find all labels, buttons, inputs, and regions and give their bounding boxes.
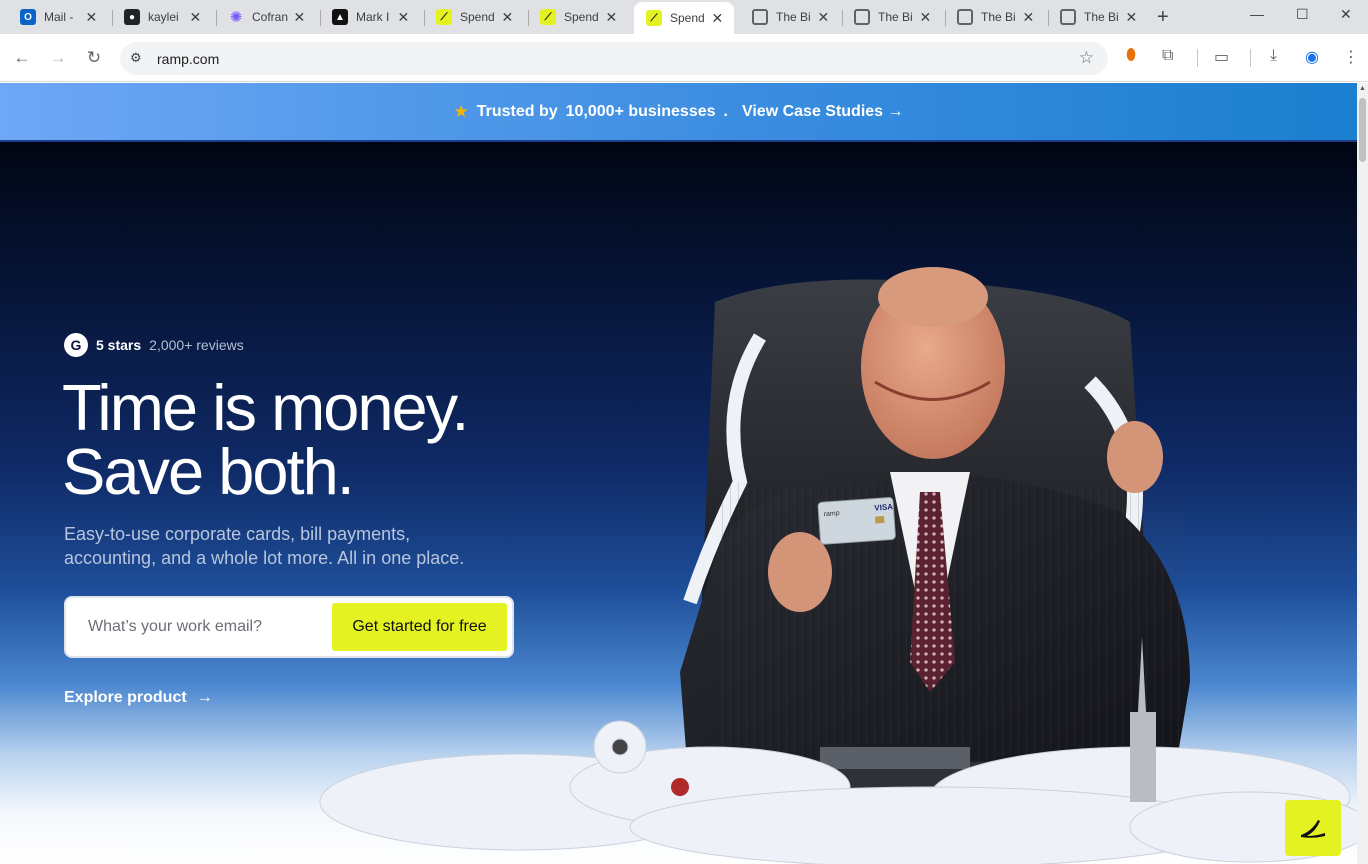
profile-icon[interactable]: ◉ [1305,47,1319,67]
close-window-icon[interactable]: ✕ [1340,6,1352,23]
close-icon[interactable]: ✕ [1020,9,1037,26]
tab-title: kaylei [148,10,179,24]
tab-title: Spend [564,10,599,24]
mark-icon: ▲ [332,9,348,25]
tab-title: Mark I [356,10,390,24]
back-icon[interactable]: ← [12,48,32,68]
tab-title: Cofran [252,10,289,24]
ramp-logo-icon [1301,820,1325,838]
signup-form: Get started for free [64,596,514,658]
extensions-puzzle-icon[interactable]: ⧉ [1162,47,1173,65]
trust-banner: ★ Trusted by 10,000+ businesses . View C… [0,83,1357,142]
close-icon[interactable]: ✕ [395,9,412,26]
star-icon: ★ [453,101,469,121]
browser-tab[interactable]: The Bi ✕ [842,3,942,31]
banner-separator: . [723,102,728,120]
toolbar-divider [1197,49,1198,67]
close-icon[interactable]: ✕ [815,9,832,26]
close-icon[interactable]: ✕ [709,10,726,27]
work-email-input[interactable] [88,614,318,640]
github-icon: ● [124,9,140,25]
chat-widget-button[interactable] [1285,800,1341,856]
bookmark-star-icon[interactable]: ☆ [1079,48,1094,68]
new-tab-button[interactable]: + [1157,6,1169,29]
g2-logo-icon: G [64,333,88,357]
site-settings-icon[interactable]: ⚙ [130,50,142,66]
explore-product-label: Explore product [64,689,187,706]
toolbar-divider [1250,49,1251,67]
browser-tab[interactable]: The Bi ✕ [740,3,840,31]
address-bar[interactable]: ⚙ ramp.com ☆ [120,42,1108,75]
trusted-count: 10,000+ businesses [565,102,716,120]
tab-title: Spend [460,10,495,24]
tab-title: The Bi [878,10,913,24]
close-icon[interactable]: ✕ [603,9,620,26]
ramp-icon: ⟋ [540,9,556,25]
browser-toolbar: ← → ↻ ⚙ ramp.com ☆ ⬮ ⧉ ▭ ⤓ ◉ ⋮ [0,34,1368,82]
close-icon[interactable]: ✕ [1123,9,1140,26]
globe-icon [1060,9,1076,25]
extension-icon[interactable]: ⬮ [1126,47,1136,65]
download-icon[interactable]: ⤓ [1270,47,1277,65]
scroll-up-icon[interactable]: ▲ [1359,85,1366,92]
hero-headline: Time is money. Save both. [62,375,469,504]
tab-title: The Bi [1084,10,1119,24]
menu-kebab-icon[interactable]: ⋮ [1343,47,1359,67]
tab-title: Mail - [44,10,74,24]
page-scrollbar[interactable]: ▲ [1357,83,1368,864]
card-brand-text: ramp [823,510,840,518]
minimize-icon[interactable]: — [1250,6,1264,22]
hero-section: ramp VISA G 5 stars 2,000+ reviews Time … [0,142,1357,864]
tab-title: Spend [670,11,705,25]
maximize-icon[interactable]: ☐ [1296,6,1309,23]
close-icon[interactable]: ✕ [499,9,516,26]
browser-tab[interactable]: ▲ Mark I ✕ [320,3,420,31]
ramp-icon: ⟋ [646,10,662,26]
outlook-icon: O [20,9,36,25]
globe-icon [752,9,768,25]
rating-stars: 5 stars [96,337,142,353]
rating-count: 2,000+ reviews [149,337,244,353]
globe-icon [957,9,973,25]
close-icon[interactable]: ✕ [291,9,308,26]
browser-tab-strip: O Mail - ✕ ● kaylei ✕ ✺ Cofran ✕ ▲ Mark … [0,0,1368,34]
url-text[interactable]: ramp.com [157,51,219,67]
browser-tab[interactable]: The Bi ✕ [1048,3,1148,31]
forward-icon[interactable]: → [48,48,68,68]
browser-tab[interactable]: O Mail - ✕ [8,3,108,31]
tab-title: The Bi [981,10,1016,24]
cofran-icon: ✺ [229,9,243,26]
scrollbar-thumb[interactable] [1359,98,1366,162]
browser-tab[interactable]: The Bi ✕ [945,3,1045,31]
close-icon[interactable]: ✕ [83,9,100,26]
browser-tab[interactable]: ⟋ Spend ✕ [528,3,628,31]
trusted-prefix: Trusted by [476,102,558,120]
ramp-icon: ⟋ [436,9,452,25]
cast-search-icon[interactable]: ▭ [1214,47,1229,67]
get-started-button[interactable]: Get started for free [332,603,507,651]
hero-subhead: Easy-to-use corporate cards, bill paymen… [64,524,465,568]
reload-icon[interactable]: ↻ [84,48,104,68]
webpage: ★ Trusted by 10,000+ businesses . View C… [0,83,1368,864]
tab-title: The Bi [776,10,811,24]
arrow-right-icon: → [196,689,213,706]
browser-tab[interactable]: ✺ Cofran ✕ [216,3,316,31]
close-icon[interactable]: ✕ [917,9,934,26]
close-icon[interactable]: ✕ [187,9,204,26]
card-network-text: VISA [874,502,893,512]
headline-line-2: Save both. [62,435,355,508]
globe-icon [854,9,870,25]
explore-product-link[interactable]: Explore product → [64,689,213,707]
rating-summary: G 5 stars 2,000+ reviews [64,333,244,357]
browser-tab-active[interactable]: ⟋ Spend ✕ [634,2,734,34]
browser-tab[interactable]: ⟋ Spend ✕ [424,3,524,31]
view-case-studies-link[interactable]: View Case Studies → [742,103,904,121]
browser-tab[interactable]: ● kaylei ✕ [112,3,212,31]
headline-line-1: Time is money. [62,371,469,444]
